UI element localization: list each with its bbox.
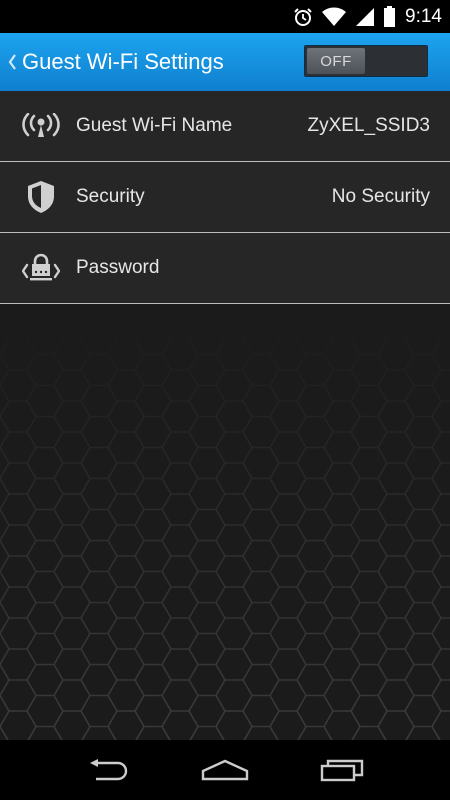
list-item-label: Guest Wi-Fi Name bbox=[76, 115, 233, 136]
lock-icon bbox=[20, 248, 62, 288]
content-area: Guest Wi-Fi Name ZyXEL_SSID3 Security No… bbox=[0, 91, 450, 740]
guest-wifi-toggle[interactable]: OFF bbox=[304, 45, 428, 77]
signal-icon bbox=[355, 7, 375, 27]
battery-icon bbox=[384, 6, 396, 27]
title-bar: Guest Wi-Fi Settings OFF bbox=[0, 33, 450, 91]
wifi-icon bbox=[322, 7, 347, 27]
page-title: Guest Wi-Fi Settings bbox=[22, 49, 224, 74]
list-item-label: Password bbox=[76, 257, 160, 278]
list-item-password[interactable]: Password bbox=[0, 233, 450, 304]
list-item-value: No Security bbox=[331, 186, 430, 207]
chevron-left-icon[interactable] bbox=[2, 33, 22, 91]
status-time: 9:14 bbox=[405, 5, 442, 27]
status-bar: 9:14 bbox=[0, 0, 450, 33]
home-icon[interactable] bbox=[195, 750, 255, 790]
back-icon[interactable] bbox=[78, 750, 138, 790]
settings-list: Guest Wi-Fi Name ZyXEL_SSID3 Security No… bbox=[0, 91, 450, 304]
shield-icon bbox=[20, 177, 62, 217]
list-item-label: Security bbox=[76, 186, 145, 207]
navigation-bar bbox=[0, 740, 450, 800]
list-item-value: ZyXEL_SSID3 bbox=[307, 115, 431, 136]
wifi-broadcast-icon bbox=[20, 106, 62, 146]
list-item-guest-wifi-name[interactable]: Guest Wi-Fi Name ZyXEL_SSID3 bbox=[0, 91, 450, 162]
alarm-icon bbox=[293, 7, 313, 27]
recent-apps-icon[interactable] bbox=[312, 750, 372, 790]
toggle-label: OFF bbox=[307, 48, 365, 74]
list-item-security[interactable]: Security No Security bbox=[0, 162, 450, 233]
